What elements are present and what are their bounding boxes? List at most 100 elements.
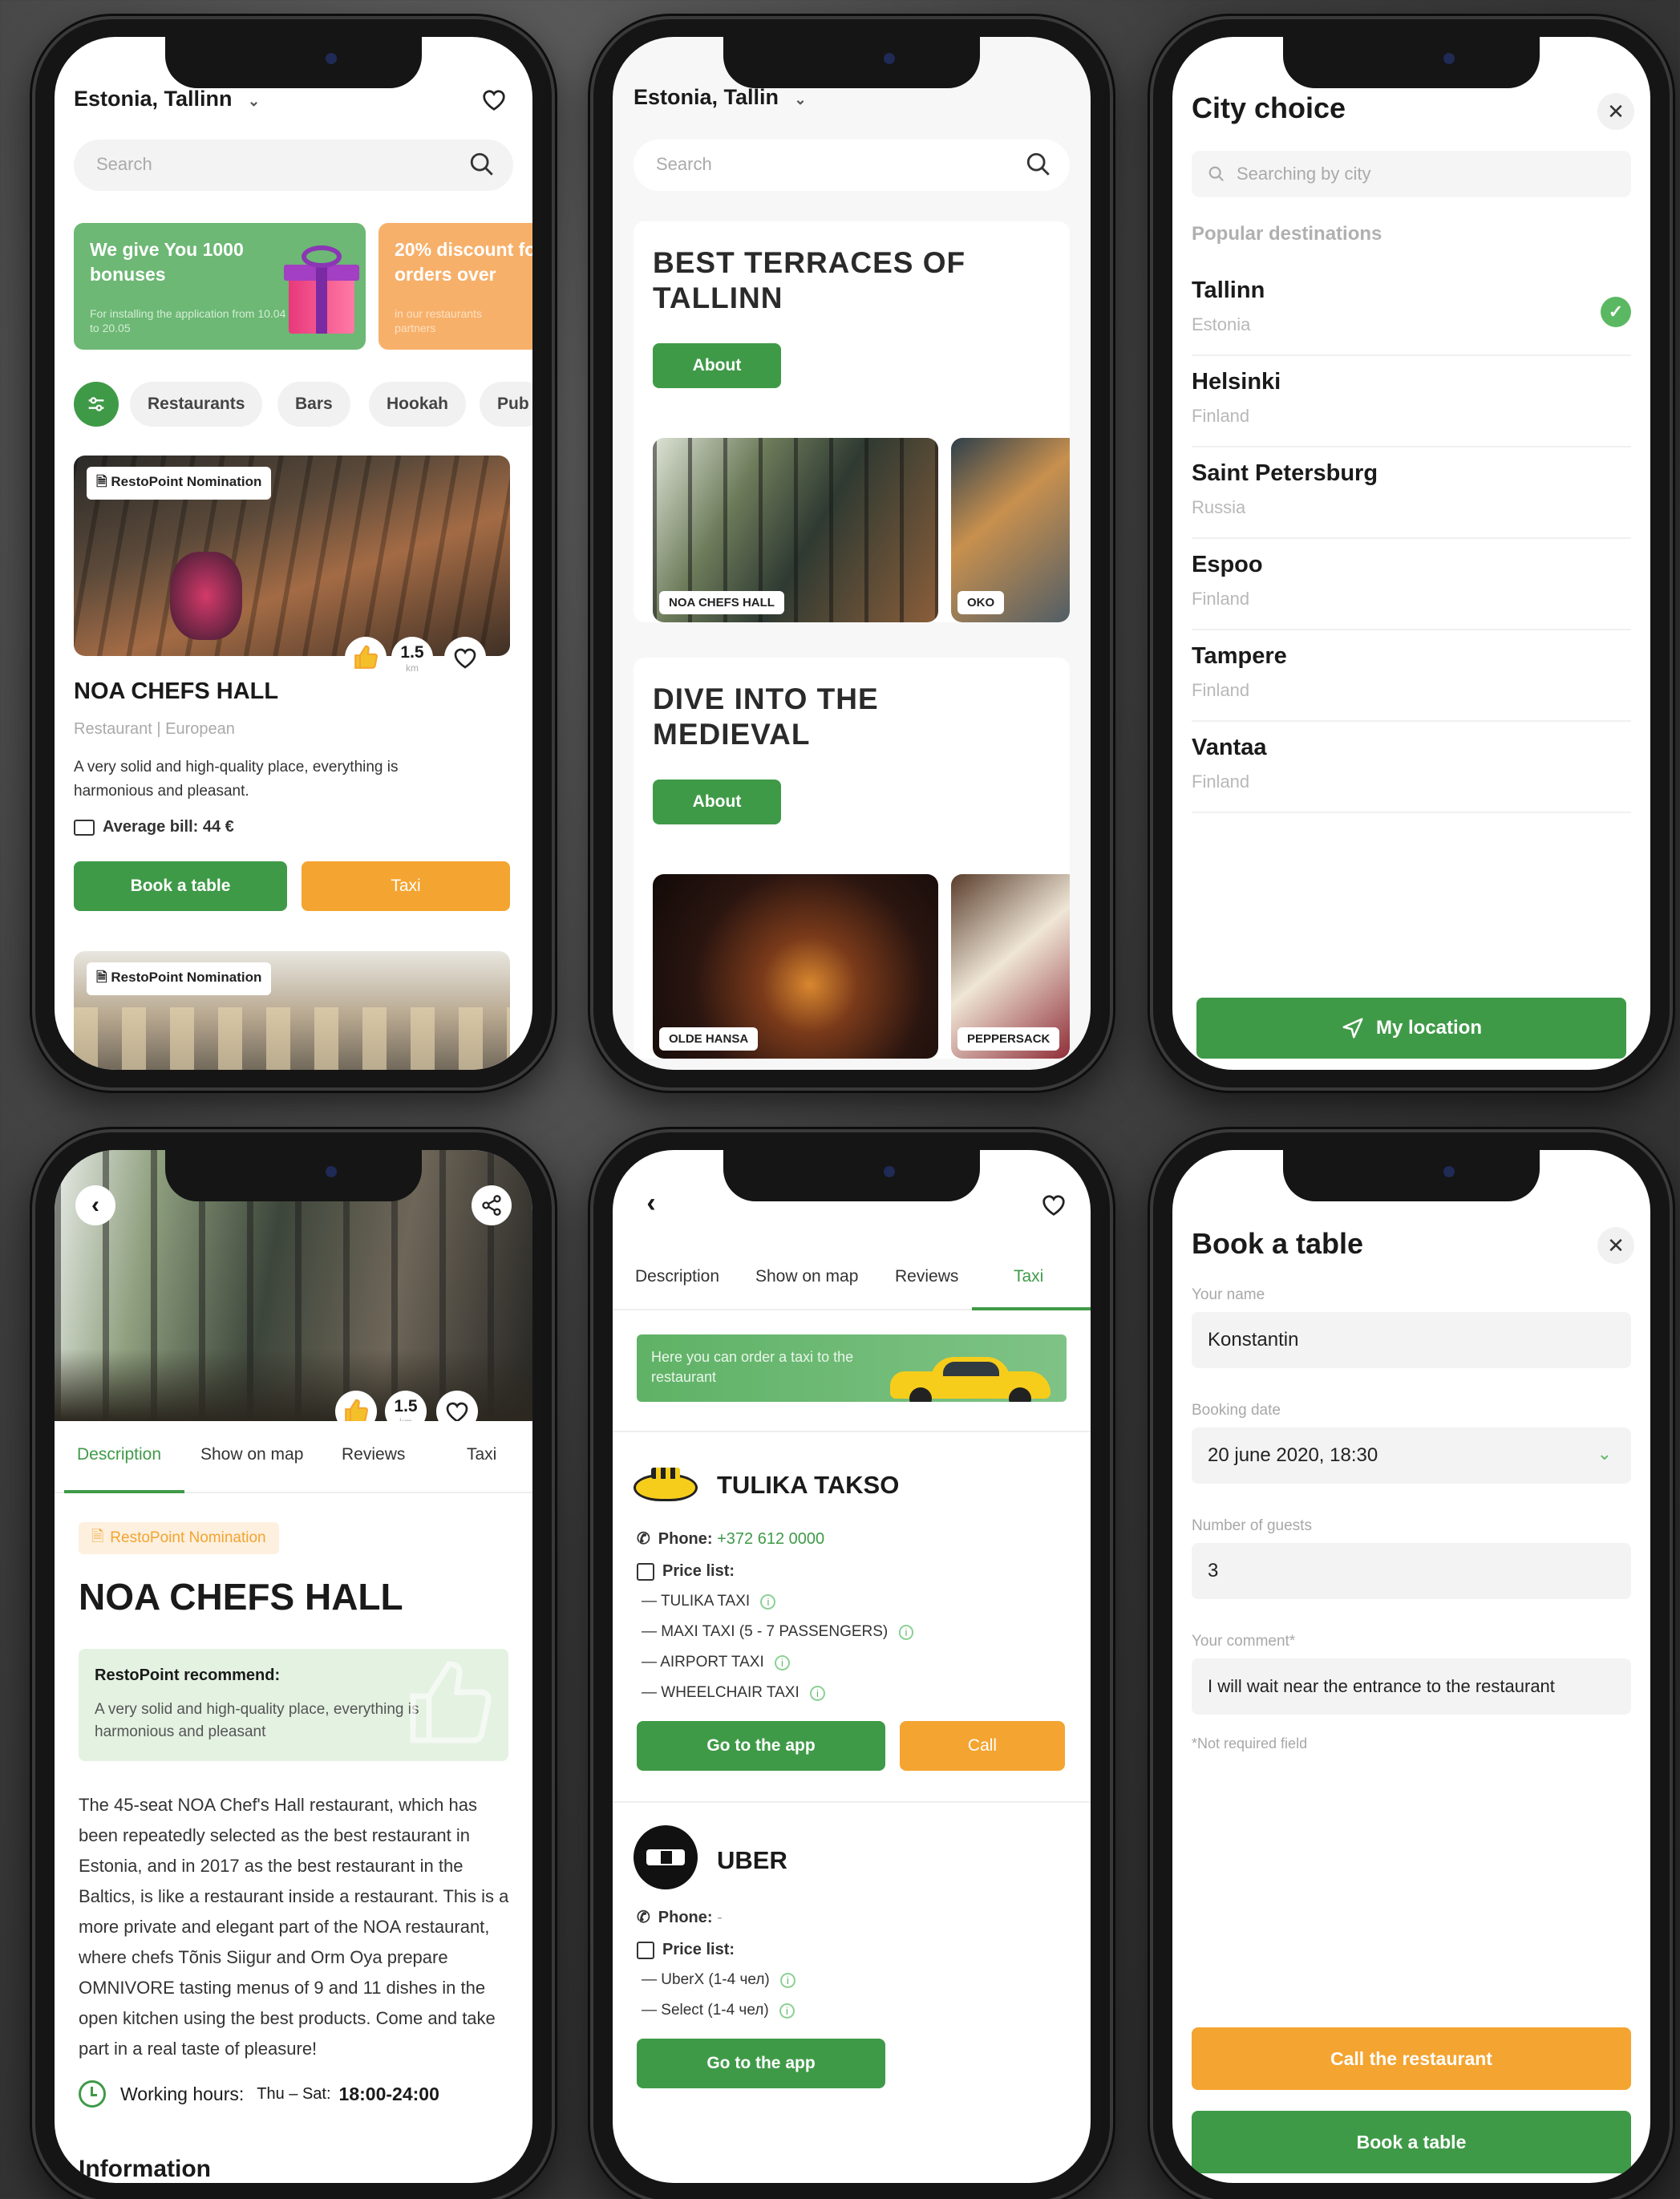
about-button[interactable]: About (653, 343, 781, 388)
city-country: Russia (1192, 497, 1246, 517)
venue-tag: OLDE HANSA (659, 1027, 759, 1051)
category-chip[interactable]: Hookah (369, 382, 467, 427)
date-field[interactable]: 20 june 2020, 18:30 ⌄ (1192, 1428, 1631, 1484)
price-item[interactable]: — AIRPORT TAXI i (642, 1654, 790, 1671)
taxi-car-icon (890, 1355, 1051, 1402)
close-icon: ✕ (1607, 1233, 1625, 1257)
venue-photo[interactable]: OKO (951, 438, 1070, 622)
price-item-label: WHEELCHAIR TAXI (661, 1684, 800, 1701)
category-chip[interactable]: Restaurants (130, 382, 263, 427)
document-icon: 🗎 (96, 970, 111, 985)
venue-photo[interactable]: OLDE HANSA (653, 874, 938, 1059)
search-bar[interactable]: Search (634, 140, 1070, 191)
back-arrow-icon: ‹ (91, 1192, 99, 1218)
venue-photo[interactable]: PEPPERSACK (951, 874, 1070, 1059)
city-item-tallinn[interactable]: Tallinn Estonia ✓ (1192, 265, 1631, 356)
thumbs-up-icon (354, 645, 378, 669)
comment-field[interactable]: I will wait near the entrance to the res… (1192, 1658, 1631, 1715)
favorite-button[interactable] (1036, 1187, 1071, 1222)
info-icon[interactable]: i (779, 2003, 795, 2019)
tab-show-on-map[interactable]: Show on map (200, 1445, 303, 1464)
info-icon[interactable]: i (898, 1625, 914, 1640)
phone-number[interactable]: +372 612 0000 (717, 1530, 824, 1548)
search-input[interactable]: Search (656, 154, 712, 175)
tab-reviews[interactable]: Reviews (342, 1445, 405, 1464)
collection-card[interactable]: BEST TERRACES OF TALLINN About NOA CHEFS… (634, 221, 1070, 622)
recommendation-box: RestoPoint recommend: A very solid and h… (79, 1649, 508, 1761)
taxi-button[interactable]: Taxi (302, 861, 510, 911)
close-button[interactable]: ✕ (1597, 93, 1634, 130)
close-button[interactable]: ✕ (1597, 1227, 1634, 1264)
information-heading: Information (79, 2156, 211, 2182)
price-item[interactable]: — UberX (1-4 чел) i (642, 1971, 795, 1989)
promo-card-discount[interactable]: 20% discount for orders over in our rest… (379, 223, 532, 350)
venue-photo[interactable]: NOA CHEFS HALL (653, 438, 938, 622)
taxi-phone[interactable]: ✆ Phone: - (637, 1907, 723, 1927)
tab-description[interactable]: Description (77, 1445, 161, 1464)
about-button[interactable]: About (653, 780, 781, 824)
city-search-input[interactable]: Searching by city (1237, 164, 1371, 184)
call-button[interactable]: Call (900, 1721, 1065, 1771)
city-item-espoo[interactable]: Espoo Finland (1192, 539, 1631, 630)
restaurant-photo[interactable]: 🗎 RestoPoint Nomination (74, 456, 510, 656)
collection-card[interactable]: DIVE INTO THE MEDIEVAL About OLDE HANSA … (634, 658, 1070, 1059)
guests-field[interactable]: 3 (1192, 1543, 1631, 1599)
search-bar[interactable]: Search (74, 140, 513, 191)
tab-show-on-map[interactable]: Show on map (755, 1267, 858, 1286)
tab-reviews[interactable]: Reviews (895, 1267, 958, 1286)
favorite-button[interactable] (444, 637, 486, 678)
tab-taxi[interactable]: Taxi (467, 1445, 496, 1464)
city-search-bar[interactable]: Searching by city (1192, 151, 1631, 197)
back-button[interactable]: ‹ (75, 1185, 115, 1225)
my-location-button[interactable]: My location (1196, 998, 1626, 1059)
city-item-saint-petersburg[interactable]: Saint Petersburg Russia (1192, 447, 1631, 539)
name-field[interactable]: Konstantin (1192, 1312, 1631, 1368)
city-name: Espoo (1192, 552, 1263, 577)
promo-title: We give You 1000 bonuses (90, 239, 244, 286)
price-item[interactable]: — Select (1-4 чел) i (642, 2002, 795, 2019)
info-icon[interactable]: i (780, 1973, 795, 1988)
city-item-helsinki[interactable]: Helsinki Finland (1192, 356, 1631, 447)
location-selector[interactable]: Estonia, Tallin ⌄ (634, 85, 807, 110)
restaurant-name[interactable]: NOA CHEFS HALL (74, 678, 278, 705)
like-button[interactable] (345, 637, 387, 678)
info-icon[interactable]: i (775, 1655, 790, 1671)
city-item-tampere[interactable]: Tampere Finland (1192, 630, 1631, 722)
location-selector[interactable]: Estonia, Tallinn ⌄ (74, 87, 260, 111)
back-button[interactable]: ‹ (634, 1185, 669, 1221)
info-icon[interactable]: i (810, 1686, 825, 1701)
book-table-button[interactable]: Book a table (74, 861, 287, 911)
share-button[interactable] (472, 1185, 512, 1225)
tab-description[interactable]: Description (635, 1267, 719, 1286)
book-table-button[interactable]: Book a table (1192, 2111, 1631, 2173)
phone-home: Estonia, Tallinn ⌄ Search We give You 10… (32, 16, 555, 1091)
filter-button[interactable] (74, 382, 119, 427)
go-to-app-button[interactable]: Go to the app (637, 2039, 885, 2088)
venue-tag: NOA CHEFS HALL (659, 591, 784, 614)
city-item-vantaa[interactable]: Vantaa Finland (1192, 722, 1631, 813)
taxi-phone[interactable]: ✆ Phone: +372 612 0000 (637, 1529, 824, 1549)
go-to-app-button[interactable]: Go to the app (637, 1721, 885, 1771)
price-item[interactable]: — WHEELCHAIR TAXI i (642, 1684, 825, 1702)
tab-taxi[interactable]: Taxi (1014, 1267, 1043, 1286)
price-item[interactable]: — MAXI TAXI (5 - 7 PASSENGERS) i (642, 1623, 914, 1641)
favorite-heart-icon[interactable] (478, 83, 510, 115)
recommendation-text: A very solid and high-quality place, eve… (95, 1701, 419, 1740)
category-chip[interactable]: Pub (480, 382, 532, 427)
collections-screen: Estonia, Tallin ⌄ Search BEST TERRACES O… (613, 37, 1091, 1070)
home-screen: Estonia, Tallinn ⌄ Search We give You 10… (55, 37, 532, 1070)
chevron-down-icon: ⌄ (1597, 1444, 1612, 1464)
distance-value: 1.5 (394, 1397, 418, 1415)
info-icon[interactable]: i (760, 1594, 776, 1610)
city-country: Finland (1192, 406, 1250, 426)
phone-label: Phone: (658, 1530, 713, 1548)
call-restaurant-button[interactable]: Call the restaurant (1192, 2027, 1631, 2090)
search-icon (1025, 151, 1052, 182)
category-chip[interactable]: Bars (277, 382, 350, 427)
search-input[interactable]: Search (96, 154, 152, 175)
banner-text: Here you can order a taxi to the restaur… (651, 1349, 854, 1386)
recommendation-title: RestoPoint recommend: (95, 1666, 281, 1684)
price-item[interactable]: — TULIKA TAXI i (642, 1593, 776, 1610)
restaurant-photo-2[interactable]: 🗎 RestoPoint Nomination (74, 951, 510, 1070)
promo-card-bonus[interactable]: We give You 1000 bonuses For installing … (74, 223, 366, 350)
